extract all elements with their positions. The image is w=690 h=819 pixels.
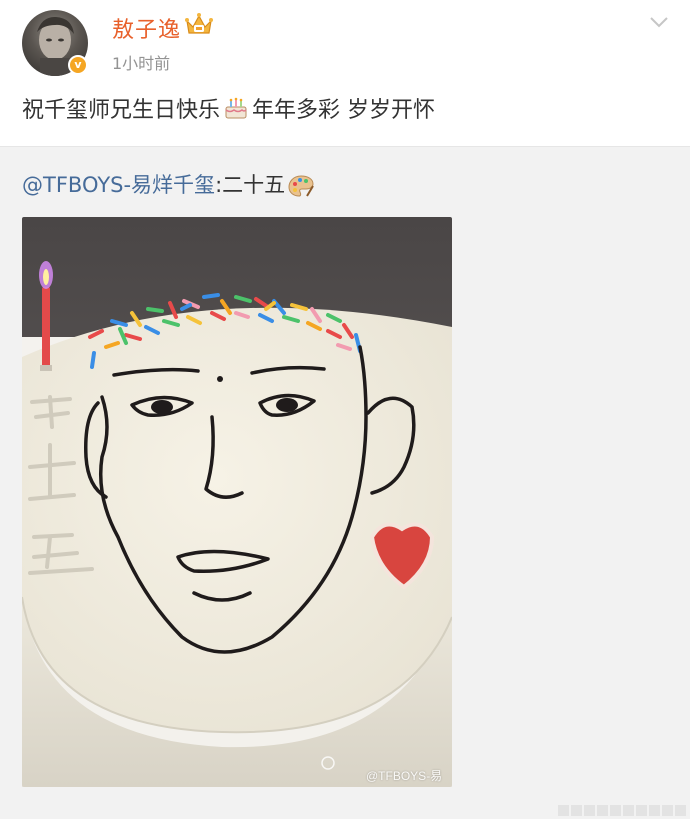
verified-badge: v	[68, 55, 88, 75]
author-name[interactable]: 敖子逸	[112, 12, 181, 44]
post-text-part1: 祝千玺师兄生日快乐	[22, 98, 221, 123]
repost-content: 二十五	[222, 173, 286, 197]
cake-emoji-icon	[225, 97, 247, 119]
crown-icon	[185, 13, 213, 34]
more-images-indicator	[558, 805, 686, 816]
repost-box[interactable]: @TFBOYS-易烊千玺:二十五 @TFBOYS-易	[0, 146, 690, 819]
post-header: v 敖子逸 1小时前	[0, 0, 690, 90]
repost-image[interactable]: @TFBOYS-易	[22, 217, 452, 787]
chevron-down-icon[interactable]	[648, 14, 670, 30]
repost-text: @TFBOYS-易烊千玺:二十五	[22, 169, 315, 199]
repost-mention[interactable]: @TFBOYS-易烊千玺	[22, 173, 215, 197]
cake-photo	[22, 217, 452, 787]
palette-icon	[288, 175, 314, 197]
post-text-part2: 年年多彩 岁岁开怀	[252, 98, 436, 123]
post-text: 祝千玺师兄生日快乐 年年多彩 岁岁开怀	[22, 92, 435, 124]
post-timestamp: 1小时前	[112, 54, 171, 73]
image-watermark: @TFBOYS-易	[366, 769, 443, 783]
